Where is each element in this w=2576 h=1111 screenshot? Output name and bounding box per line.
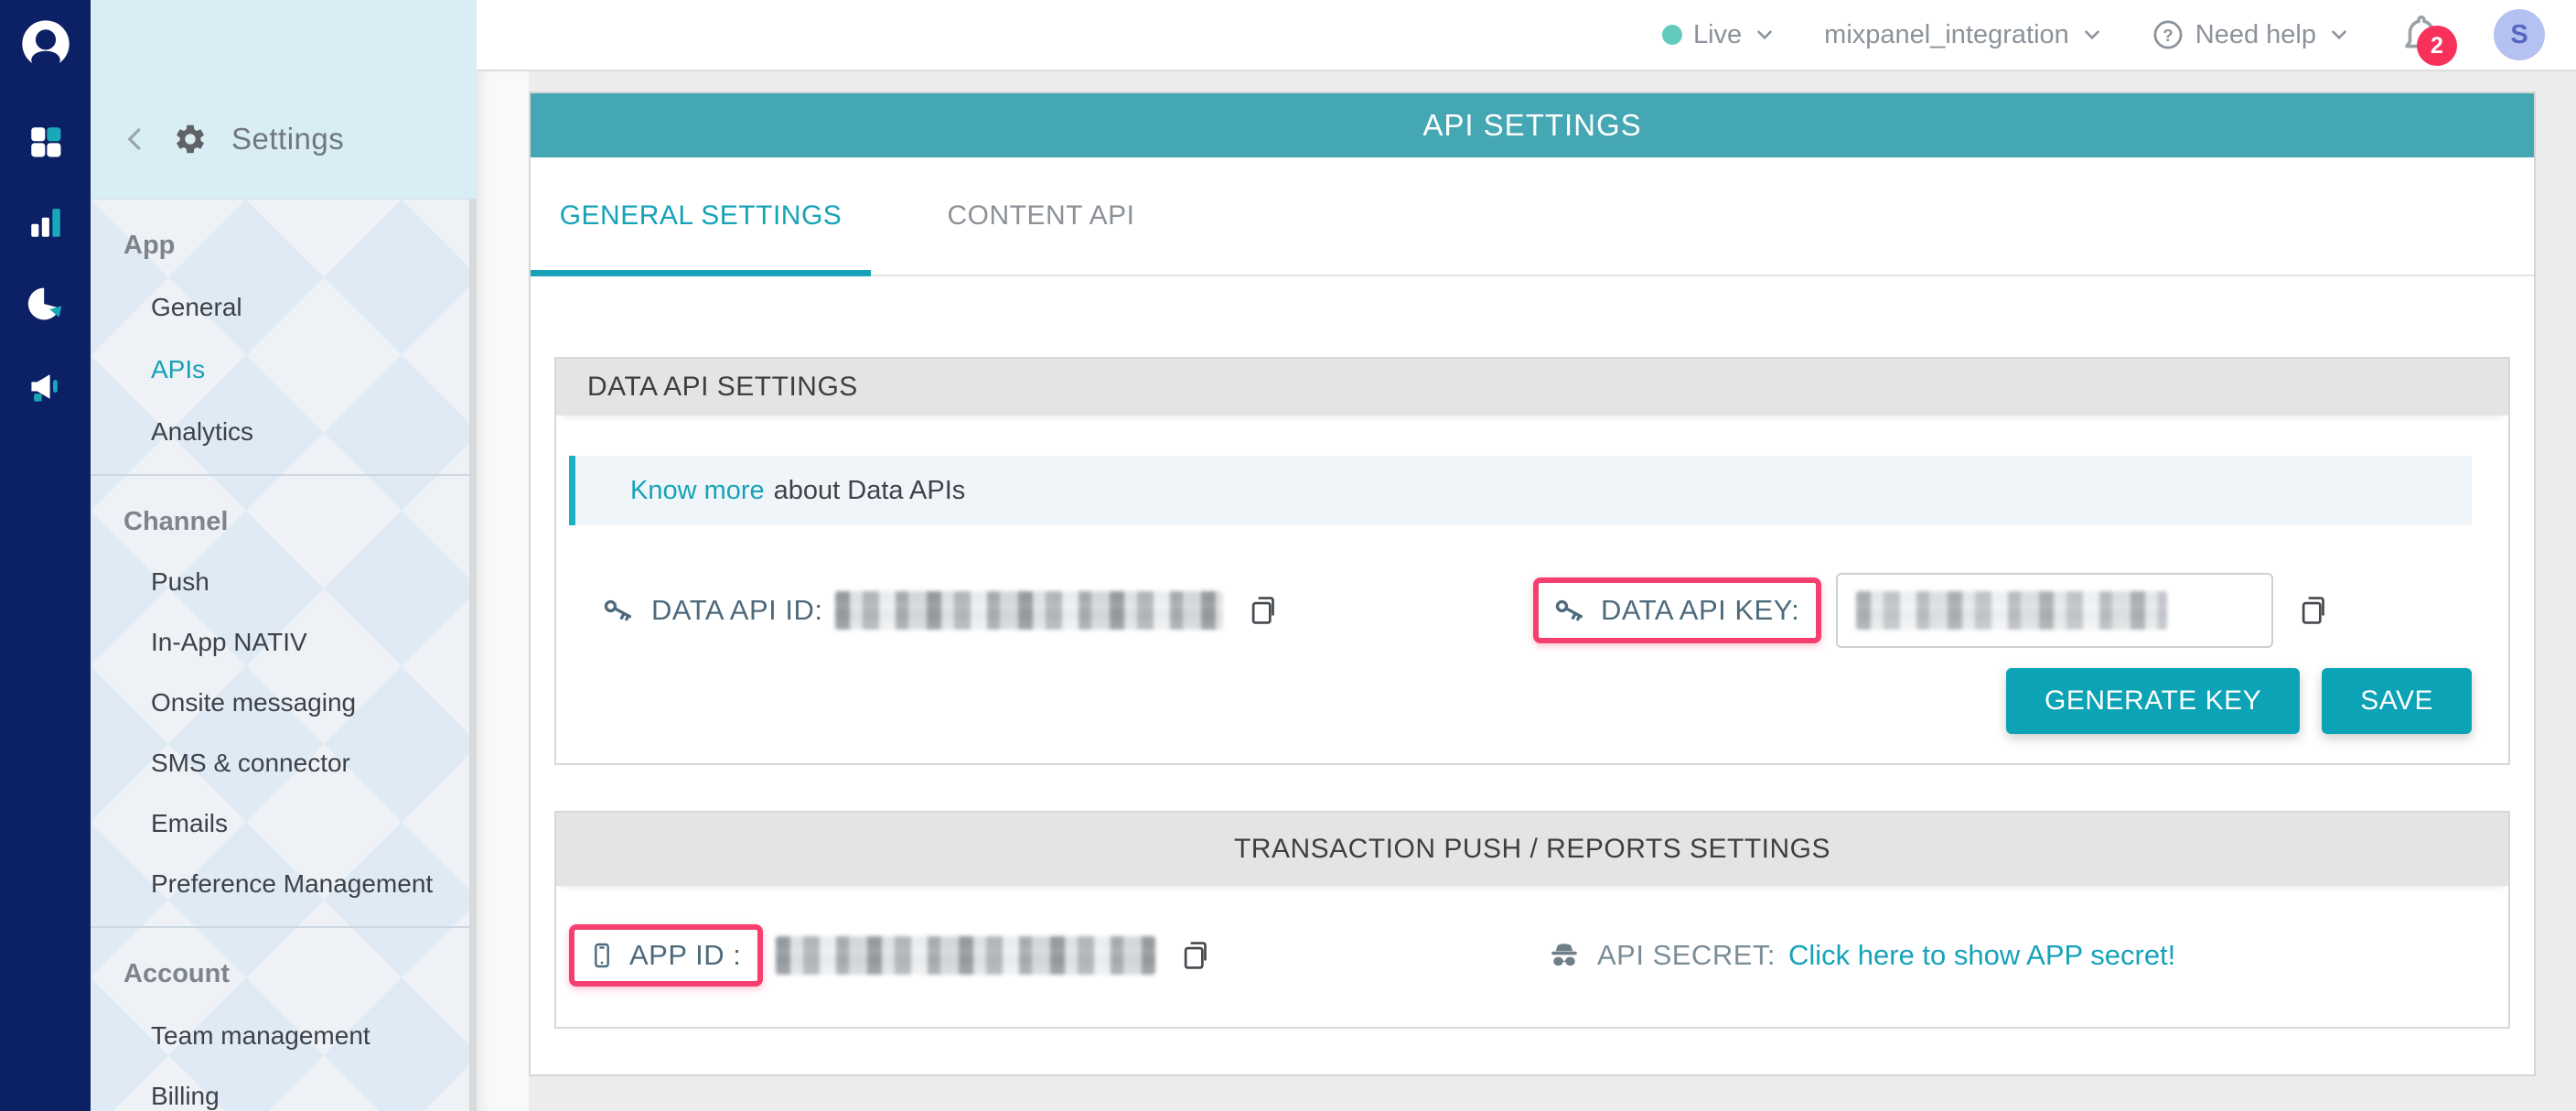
sidebar-item-general[interactable]: General [151,287,477,328]
chevron-down-icon [1753,23,1776,47]
transaction-settings-section: TRANSACTION PUSH / REPORTS SETTINGS [554,811,2510,1029]
sidebar-item-emails[interactable]: Emails [151,804,477,844]
sidebar-item-inapp-nativ[interactable]: In-App NATIV [151,622,477,663]
chevron-down-icon [2327,23,2351,47]
api-settings-card: API SETTINGS GENERAL SETTINGS CONTENT AP… [529,92,2536,1076]
sidebar-item-preference-management[interactable]: Preference Management [151,864,477,904]
data-api-key-row: DATA API KEY: [1520,573,2472,648]
app-root: Settings App General APIs Analytics Chan… [0,0,2576,1111]
app-id-label: APP ID : [629,939,741,972]
copy-icon[interactable] [1247,593,1282,628]
mobile-phone-icon [587,941,617,970]
environment-selector[interactable]: Live [1662,20,1776,50]
app-id-row: APP ID : [569,924,1520,987]
workspace-name: mixpanel_integration [1824,20,2069,50]
workspace-selector[interactable]: mixpanel_integration [1824,20,2104,50]
page-title: API SETTINGS [531,93,2534,157]
sidebar-item-billing[interactable]: Billing [151,1076,477,1111]
megaphone-icon[interactable] [26,366,66,406]
sidebar-item-team-management[interactable]: Team management [151,1016,477,1056]
sidebar-divider [91,474,477,476]
sidebar-section-account: Account [123,954,477,994]
app-id-highlight: APP ID : [569,924,763,987]
notification-badge: 2 [2417,26,2457,66]
sidebar-scrollbar[interactable] [469,200,477,1111]
live-status-dot [1662,25,1682,45]
sidebar-divider [91,926,477,928]
sidebar-item-push[interactable]: Push [151,562,477,602]
copy-icon[interactable] [2297,593,2332,628]
help-menu[interactable]: ? Need help [2152,18,2351,51]
api-secret-label: API SECRET: [1597,939,1776,972]
save-button[interactable]: SAVE [2322,668,2472,734]
know-more-banner: Know more about Data APIs [569,456,2472,525]
key-icon [1551,592,1588,629]
top-bar: Live mixpanel_integration ? Need help [477,0,2576,71]
sidebar-header: Settings [91,0,477,199]
data-api-id-label: DATA API ID: [651,594,822,627]
show-app-secret-link[interactable]: Click here to show APP secret! [1788,939,2175,972]
dashboard-grid-icon[interactable] [27,123,65,161]
spy-secret-icon [1548,939,1581,972]
sidebar-section-channel: Channel [123,502,477,542]
icon-rail [0,0,91,1111]
know-more-link[interactable]: Know more [630,476,765,506]
tab-general-settings[interactable]: GENERAL SETTINGS [531,157,871,275]
sidebar-title: Settings [231,122,344,156]
app-id-value-redacted [776,936,1155,975]
sidebar-section-app: App [123,225,477,265]
data-api-id-row: DATA API ID: [569,591,1520,630]
svg-text:?: ? [2163,26,2173,45]
tab-content-api[interactable]: CONTENT API [871,157,1211,275]
live-label: Live [1693,20,1742,50]
settings-sidebar: Settings App General APIs Analytics Chan… [91,0,477,1111]
card-body: DATA API SETTINGS Know more about Data A… [531,276,2534,1029]
sidebar-item-sms-connector[interactable]: SMS & connector [151,743,477,783]
help-circle-icon: ? [2152,18,2184,51]
api-secret-row: API SECRET: Click here to show APP secre… [1520,939,2472,972]
brand-logo-icon[interactable] [20,18,71,70]
data-api-section-title: DATA API SETTINGS [556,359,2508,415]
notifications-button[interactable]: 2 [2399,9,2446,60]
content-gap-strip [477,71,529,1111]
gear-icon [173,122,208,156]
key-icon [600,592,637,629]
sidebar-item-apis[interactable]: APIs [151,350,477,390]
pie-chart-icon[interactable] [26,284,66,324]
know-more-text: about Data APIs [774,476,966,506]
data-api-key-value-redacted [1856,591,2167,630]
data-api-key-label: DATA API KEY: [1601,594,1799,627]
copy-icon[interactable] [1179,938,1214,973]
bar-chart-icon[interactable] [27,203,65,242]
chevron-down-icon [2080,23,2104,47]
sidebar-item-analytics[interactable]: Analytics [151,412,477,452]
data-api-settings-section: DATA API SETTINGS Know more about Data A… [554,357,2510,765]
generate-key-button[interactable]: GENERATE KEY [2006,668,2300,734]
sidebar-item-onsite-messaging[interactable]: Onsite messaging [151,683,477,723]
back-chevron-icon[interactable] [122,125,149,153]
data-api-key-highlight: DATA API KEY: [1533,577,1821,643]
user-avatar[interactable]: S [2494,9,2545,60]
transaction-section-title: TRANSACTION PUSH / REPORTS SETTINGS [556,813,2508,886]
sidebar-nav: App General APIs Analytics Channel Push … [91,199,477,1111]
data-api-id-value-redacted [835,591,1223,630]
tab-bar: GENERAL SETTINGS CONTENT API [531,157,2534,276]
help-label: Need help [2195,20,2316,50]
data-api-key-input[interactable] [1836,573,2273,648]
